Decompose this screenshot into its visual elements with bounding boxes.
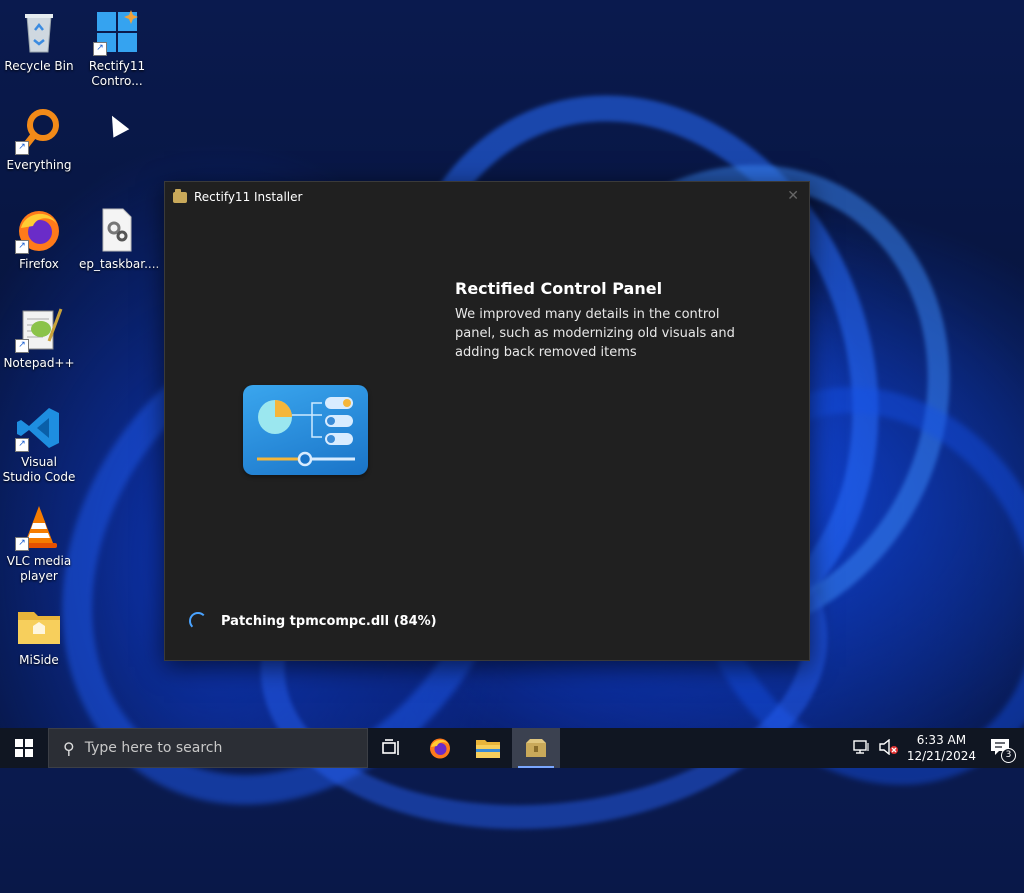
taskbar-search-box[interactable]: ⚲ Type here to search	[48, 728, 368, 768]
task-view-button[interactable]	[368, 728, 416, 768]
windows-logo-icon: ↗	[93, 8, 141, 56]
system-tray: 6:33 AM 12/21/2024 3	[853, 728, 1024, 768]
windows-start-icon	[15, 739, 33, 757]
firefox-icon	[430, 738, 450, 759]
desktop-icon-ep-taskbar[interactable]: ep_taskbar....	[79, 206, 159, 272]
desktop-icon-label: Notepad++	[3, 356, 75, 370]
window-title: Rectify11 Installer	[194, 190, 303, 204]
volume-muted-icon[interactable]	[879, 738, 899, 758]
taskbar-app-file-explorer[interactable]	[464, 728, 512, 768]
desktop-icon-rectify11-control[interactable]: ↗ Rectify11 Contro...	[79, 8, 155, 89]
clock-time: 6:33 AM	[916, 733, 967, 747]
package-icon	[173, 188, 187, 203]
file-explorer-icon	[476, 740, 500, 758]
start-button[interactable]	[0, 728, 48, 768]
task-view-icon	[382, 739, 399, 755]
desktop-icon-label: Everything	[6, 158, 72, 172]
desktop-icon-label: ep_taskbar....	[79, 257, 160, 271]
notepad-plus-plus-icon: ↗	[15, 305, 63, 353]
shortcut-arrow-icon: ↗	[93, 42, 107, 56]
desktop-icon-notepad-plus-plus[interactable]: ↗ Notepad++	[1, 305, 77, 371]
shortcut-arrow-icon: ↗	[15, 240, 29, 254]
clock-date: 12/21/2024	[906, 749, 976, 763]
desktop-icon-label: Recycle Bin	[4, 59, 74, 73]
vlc-cone-icon: ↗	[15, 503, 63, 551]
loading-spinner-icon	[189, 612, 207, 630]
desktop-icon-vlc-media-player[interactable]: ↗ VLC media player	[1, 503, 77, 584]
network-icon[interactable]	[853, 739, 871, 758]
shortcut-arrow-icon: ↗	[15, 339, 29, 353]
install-status: Patching tpmcompc.dll (84%)	[189, 612, 437, 630]
status-text: Patching tpmcompc.dll (84%)	[221, 613, 437, 629]
desktop-icon-everything[interactable]: ↗ Everything	[1, 107, 77, 173]
package-icon	[526, 739, 546, 757]
taskbar-app-rectify11-installer[interactable]	[512, 728, 560, 768]
desktop-icon-label: VLC media player	[6, 554, 72, 583]
shortcut-arrow-icon: ↗	[15, 438, 29, 452]
desktop-icon-miside[interactable]: MiSide	[1, 602, 77, 668]
desktop-icon-label: Firefox	[19, 257, 59, 271]
feature-heading: Rectified Control Panel	[455, 279, 663, 298]
search-icon: ⚲	[63, 738, 75, 758]
shortcut-arrow-icon: ↗	[15, 537, 29, 551]
recycle-bin-icon	[15, 8, 63, 56]
folder-icon	[15, 602, 63, 650]
vscode-icon: ↗	[15, 404, 63, 452]
desktop-icon-recycle-bin[interactable]: Recycle Bin	[1, 8, 77, 74]
installer-window[interactable]: Rectify11 Installer ✕ Rectified Control …	[164, 181, 810, 661]
clock[interactable]: 6:33 AM 12/21/2024	[907, 732, 976, 764]
control-panel-icon	[243, 385, 368, 475]
desktop-icon-label: Visual Studio Code	[2, 455, 76, 484]
desktop-icon-label: MiSide	[19, 653, 59, 667]
mouse-cursor	[104, 111, 130, 138]
magnifier-icon: ↗	[15, 107, 63, 155]
notification-count-badge: 3	[1001, 747, 1016, 763]
search-placeholder: Type here to search	[84, 740, 223, 756]
window-titlebar[interactable]: Rectify11 Installer	[165, 182, 809, 212]
desktop-icon-firefox[interactable]: ↗ Firefox	[1, 206, 77, 272]
desktop-icon-visual-studio-code[interactable]: ↗ Visual Studio Code	[1, 404, 77, 485]
firefox-icon: ↗	[15, 206, 63, 254]
notification-center-button[interactable]: 3	[990, 738, 1016, 763]
taskbar-app-firefox[interactable]	[416, 728, 464, 768]
taskbar: ⚲ Type here to search 6:33 AM 12/21/2024…	[0, 728, 1024, 768]
shortcut-arrow-icon: ↗	[15, 141, 29, 155]
close-button[interactable]: ✕	[787, 188, 799, 204]
feature-description: We improved many details in the control …	[455, 307, 735, 360]
settings-file-icon	[93, 206, 141, 254]
desktop-icon-label: Rectify11 Contro...	[88, 59, 146, 88]
